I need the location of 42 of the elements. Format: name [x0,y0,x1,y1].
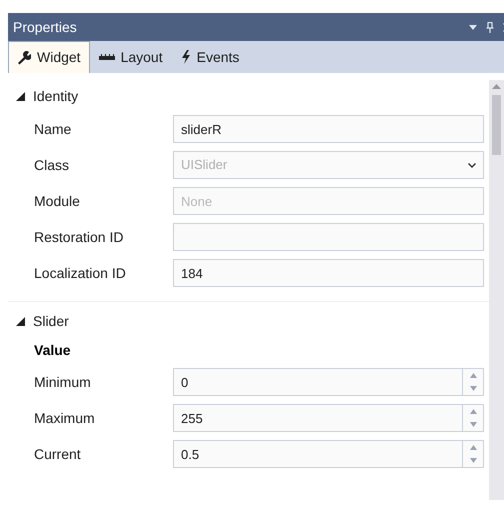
wrench-icon [17,50,31,64]
chevron-icon [468,162,476,168]
up-arrow-icon [470,445,476,450]
ruler-icon [98,54,115,60]
property-label: Current [33,444,82,464]
number-field[interactable]: 255 [173,404,463,432]
up-arrow-icon [470,373,476,378]
group-label: Value [34,340,71,360]
down-arrow-icon [470,422,476,427]
number-field[interactable]: 0 [173,368,463,396]
spin-buttons[interactable] [463,404,484,432]
scroll-up-icon[interactable] [492,84,501,89]
down-arrow-icon [470,386,476,391]
property-label: Class [33,156,70,174]
tab[interactable]: Events [172,41,248,73]
scrollbar-thumb[interactable] [492,95,501,155]
text-field[interactable]: 184 [173,259,484,287]
down-arrow-icon [470,458,476,463]
scrollbar[interactable] [489,80,504,500]
spin-buttons[interactable] [463,368,484,396]
window-title: Properties [13,18,77,37]
expander-icon[interactable] [16,316,25,326]
lightning-icon [180,50,191,64]
tab[interactable]: Widget [8,41,90,73]
property-label: Restoration ID [33,228,124,246]
property-label: Name [33,120,72,138]
pin-icon[interactable] [486,22,494,32]
property-label: Maximum [33,408,96,428]
dropdown-icon[interactable] [469,24,477,30]
text-field[interactable] [173,223,484,251]
tab[interactable]: Layout [90,41,172,73]
property-label: Minimum [33,372,92,392]
property-label: Module [33,192,81,210]
spin-buttons[interactable] [463,440,484,468]
up-arrow-icon [470,409,476,414]
section-title: Identity [33,86,78,106]
number-field[interactable]: 0.5 [173,440,463,468]
expander-icon[interactable] [16,92,25,100]
section-title: Slider [33,312,69,330]
text-field[interactable]: None [173,187,484,215]
text-field[interactable]: sliderR [173,115,484,143]
property-label: Localization ID [33,264,127,282]
